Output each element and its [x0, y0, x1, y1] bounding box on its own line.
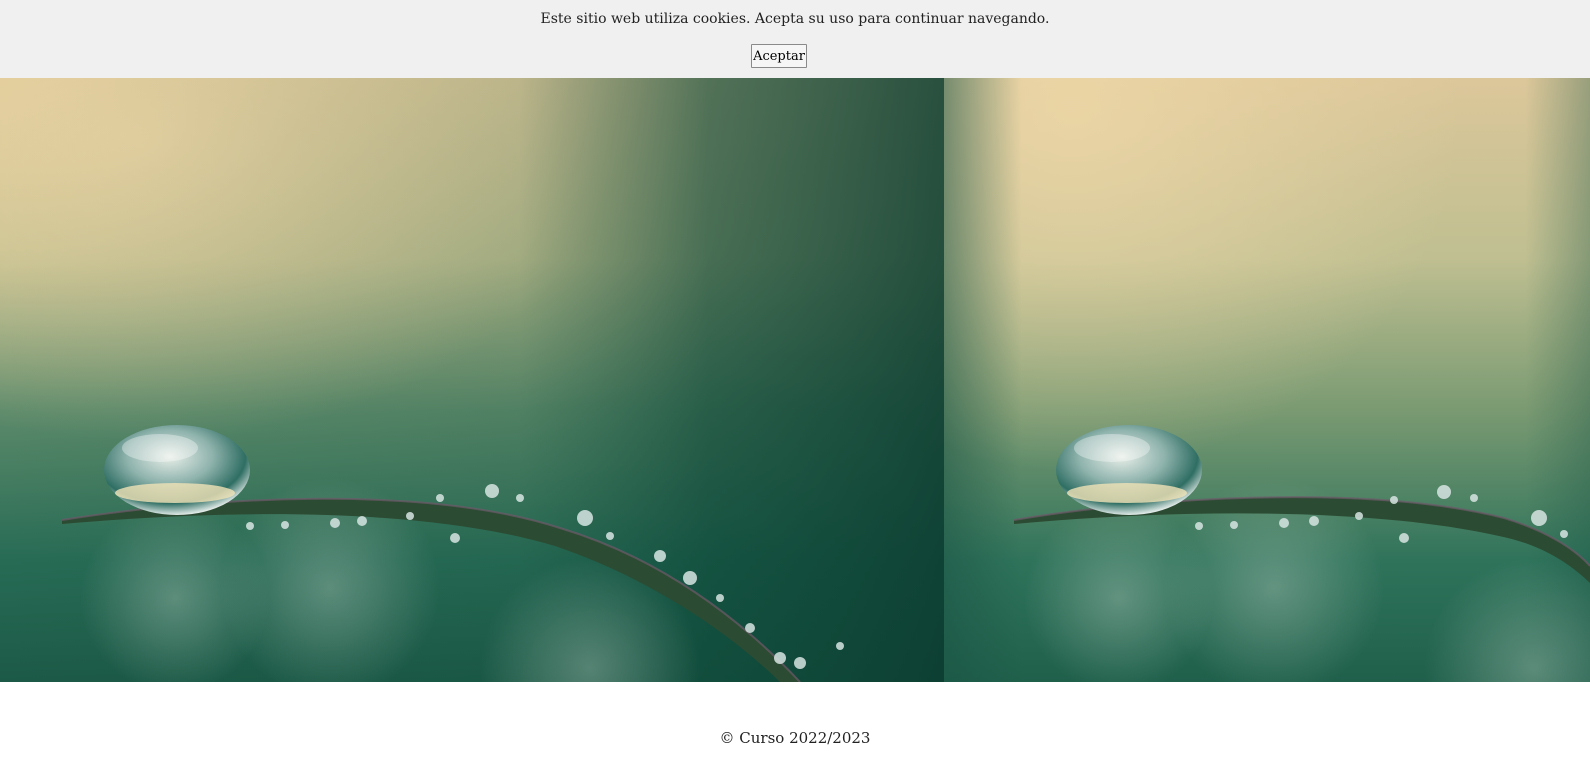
water-droplet-photo [944, 78, 1590, 682]
gallery-image-2 [944, 78, 1590, 682]
water-droplet-photo [0, 78, 944, 682]
cookie-banner: Este sitio web utiliza cookies. Acepta s… [0, 0, 1590, 78]
accept-cookies-button[interactable]: Aceptar [751, 44, 807, 68]
gallery-image-1 [0, 78, 944, 682]
footer-copyright: © Curso 2022/2023 [719, 729, 871, 747]
cookie-message: Este sitio web utiliza cookies. Acepta s… [540, 11, 1050, 27]
image-gallery [0, 78, 1590, 682]
